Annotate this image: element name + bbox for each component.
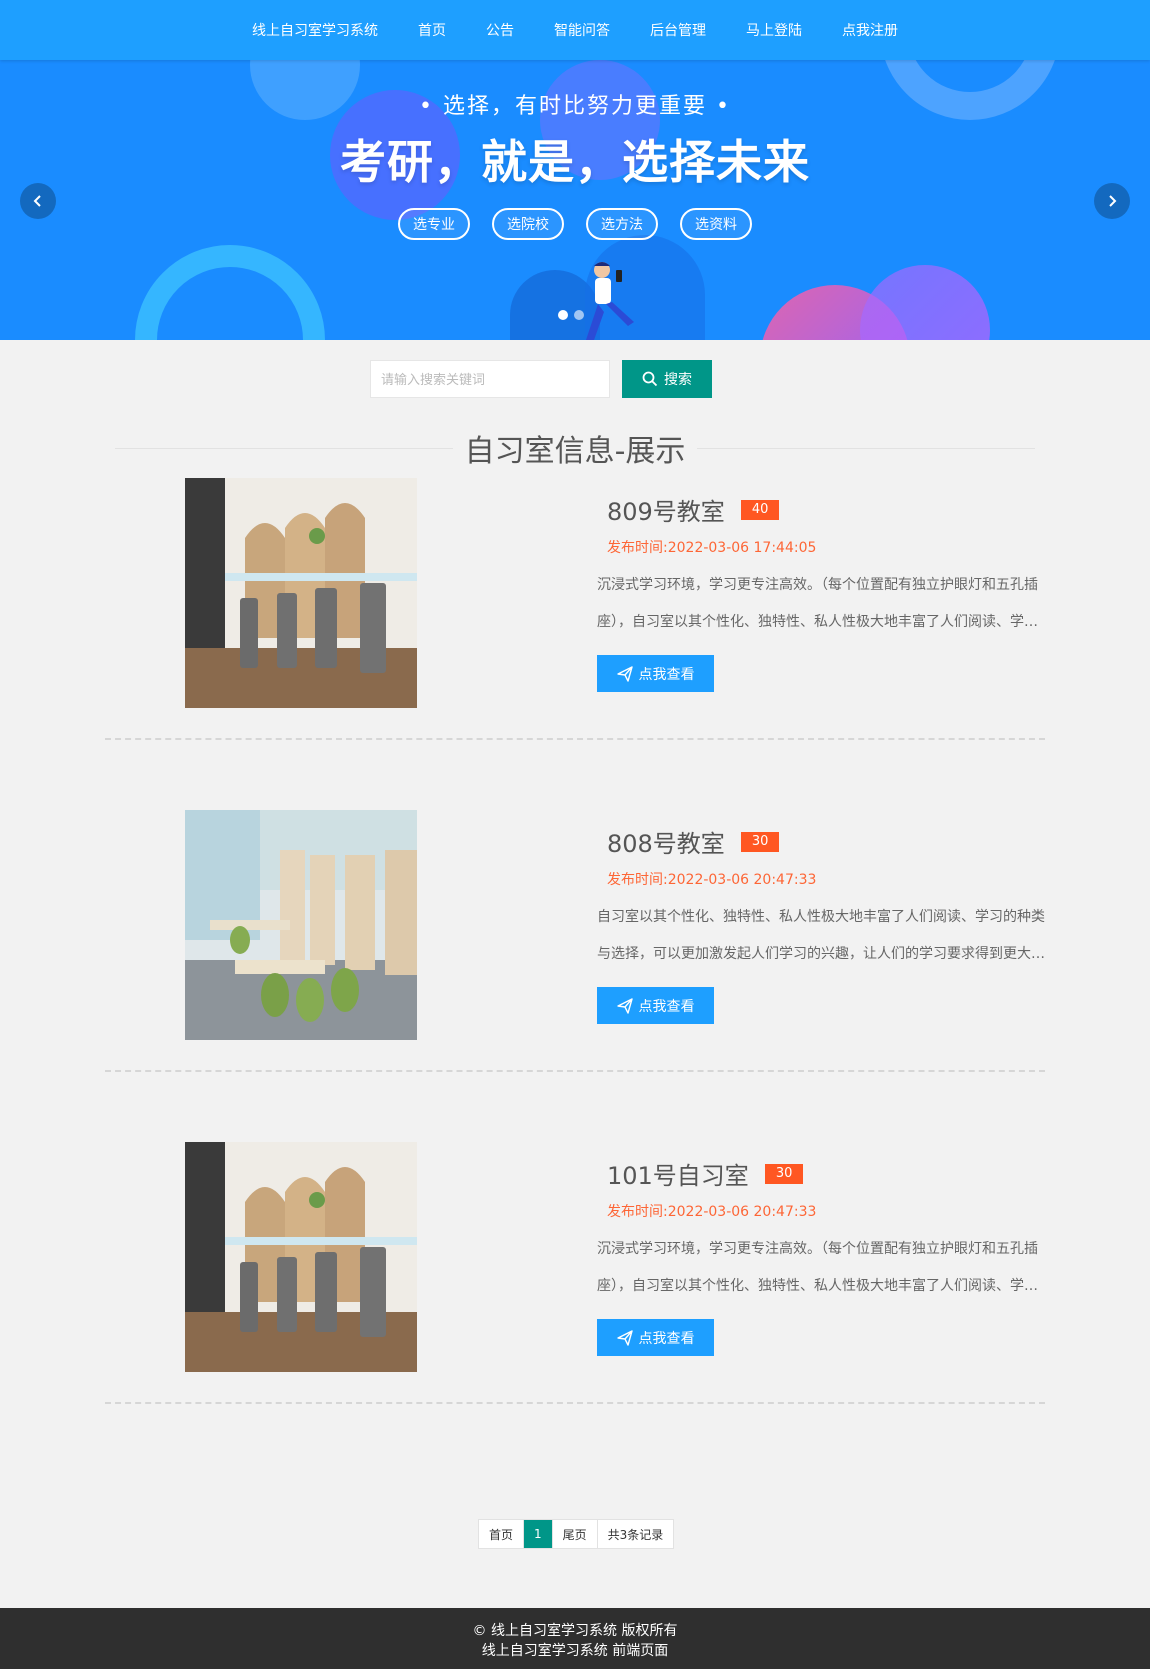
decor-ring (135, 245, 325, 340)
divider (115, 447, 453, 449)
room-info: 808号教室 30 发布时间:2022-03-06 20:47:33 自习室以其… (597, 824, 1045, 1024)
section-title: 自习室信息-展示 (464, 434, 686, 469)
room-title-row: 808号教室 30 (597, 824, 1045, 859)
room-name[interactable]: 809号教室 (607, 492, 725, 527)
chevron-left-icon (33, 195, 41, 207)
room-description: 沉浸式学习环境，学习更专注高效。（每个位置配有独立护眼灯和五孔插座），自习室以其… (597, 577, 1038, 630)
room-thumbnail[interactable] (185, 810, 417, 1040)
section-heading: 自习室信息-展示 (115, 426, 1036, 470)
view-details-label: 点我查看 (638, 998, 695, 1015)
carousel-indicators (558, 310, 584, 320)
send-icon (616, 1329, 633, 1346)
view-details-button[interactable]: 点我查看 (597, 655, 714, 692)
view-details-button[interactable]: 点我查看 (597, 1319, 714, 1356)
banner-tag-method[interactable]: 选方法 (586, 208, 658, 240)
footer: © 线上自习室学习系统 版权所有 线上自习室学习系统 前端页面 (0, 1608, 1150, 1669)
room-thumbnail[interactable] (185, 478, 417, 708)
view-details-button[interactable]: 点我查看 (597, 987, 714, 1024)
search-input[interactable] (370, 360, 610, 398)
room-info: 809号教室 40 发布时间:2022-03-06 17:44:05 沉浸式学习… (597, 492, 1045, 692)
banner-tag-major[interactable]: 选专业 (398, 208, 470, 240)
footer-subtitle: 线上自习室学习系统 前端页面 (481, 1643, 669, 1659)
pager-total: 共3条记录 (607, 1527, 664, 1542)
room-name[interactable]: 101号自习室 (607, 1156, 749, 1191)
list-item: 808号教室 30 发布时间:2022-03-06 20:47:33 自习室以其… (105, 810, 1045, 1072)
nav-item-home[interactable]: 首页 (418, 20, 446, 40)
nav-item-qa[interactable]: 智能问答 (554, 20, 610, 40)
banner-headline: 考研，就是，选择未来 (340, 135, 810, 189)
banner-tag-material[interactable]: 选资料 (680, 208, 752, 240)
publish-time: 发布时间:2022-03-06 20:47:33 (607, 1204, 817, 1220)
divider (697, 447, 1036, 449)
banner-tags: 选专业 选院校 选方法 选资料 (0, 208, 1150, 240)
room-title-row: 101号自习室 30 (597, 1156, 1045, 1191)
pagination: 首页 1 尾页 共3条记录 (478, 1519, 675, 1549)
nav-item-register[interactable]: 点我注册 (842, 20, 898, 40)
search-icon (642, 371, 658, 387)
publish-time: 发布时间:2022-03-06 20:47:33 (607, 872, 817, 888)
view-details-label: 点我查看 (638, 666, 695, 683)
hero-carousel: • 选择，有时比努力更重要 • 考研，就是，选择未来 选专业 选院校 选方法 选… (0, 60, 1150, 340)
room-thumbnail[interactable] (185, 1142, 417, 1372)
send-icon (616, 997, 633, 1014)
study-room-photo (185, 478, 417, 708)
room-info: 101号自习室 30 发布时间:2022-03-06 20:47:33 沉浸式学… (597, 1156, 1045, 1356)
carousel-prev-button[interactable] (20, 183, 56, 219)
nav-brand[interactable]: 线上自习室学习系统 (252, 20, 378, 40)
search-button-label: 搜索 (664, 371, 692, 387)
nav-item-notice[interactable]: 公告 (486, 20, 514, 40)
chevron-right-icon (1109, 195, 1117, 207)
room-name[interactable]: 808号教室 (607, 824, 725, 859)
view-details-label: 点我查看 (638, 1330, 695, 1347)
publish-time: 发布时间:2022-03-06 17:44:05 (607, 540, 817, 556)
study-room-photo (185, 1142, 417, 1372)
pager-current-page[interactable]: 1 (524, 1520, 553, 1548)
search-bar: 搜索 (370, 360, 712, 398)
seat-count-badge: 40 (740, 499, 780, 520)
carousel-next-button[interactable] (1094, 183, 1130, 219)
search-button[interactable]: 搜索 (622, 360, 712, 398)
room-description: 沉浸式学习环境，学习更专注高效。（每个位置配有独立护眼灯和五孔插座），自习室以其… (597, 1241, 1038, 1294)
footer-copyright: © 线上自习室学习系统 版权所有 (472, 1623, 678, 1639)
nav-item-login[interactable]: 马上登陆 (746, 20, 802, 40)
nav-item-admin[interactable]: 后台管理 (650, 20, 706, 40)
room-title-row: 809号教室 40 (597, 492, 1045, 527)
list-item: 809号教室 40 发布时间:2022-03-06 17:44:05 沉浸式学习… (105, 478, 1045, 740)
pager-last[interactable]: 尾页 (553, 1520, 598, 1548)
banner-slogan: • 选择，有时比努力更重要 • (419, 94, 731, 119)
study-room-photo (185, 810, 417, 1040)
top-nav: 线上自习室学习系统 首页 公告 智能问答 后台管理 马上登陆 点我注册 (0, 0, 1150, 60)
carousel-dot[interactable] (574, 310, 584, 320)
seat-count-badge: 30 (740, 831, 780, 852)
carousel-dot[interactable] (558, 310, 568, 320)
seat-count-badge: 30 (764, 1163, 804, 1184)
room-description: 自习室以其个性化、独特性、私人性极大地丰富了人们阅读、学习的种类与选择，可以更加… (597, 909, 1045, 962)
list-item: 101号自习室 30 发布时间:2022-03-06 20:47:33 沉浸式学… (105, 1142, 1045, 1404)
banner-tag-school[interactable]: 选院校 (492, 208, 564, 240)
decor-blob (860, 265, 990, 340)
student-illustration (586, 262, 634, 340)
send-icon (616, 665, 633, 682)
pager-first[interactable]: 首页 (479, 1520, 525, 1548)
